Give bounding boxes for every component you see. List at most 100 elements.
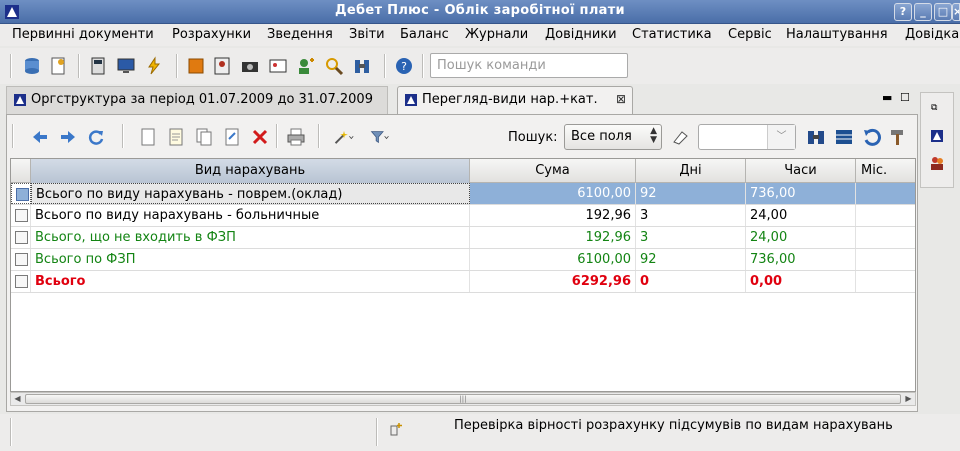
minimize-view-icon[interactable]: ▬ (882, 91, 892, 104)
cell-days[interactable]: 92 (636, 249, 746, 270)
cell-days[interactable]: 3 (636, 205, 746, 226)
cell-sum[interactable]: 192,96 (470, 205, 636, 226)
command-search-input[interactable]: Пошук команди (430, 53, 628, 78)
menu-calculations[interactable]: Розрахунки (172, 27, 251, 42)
add-user-icon[interactable] (296, 56, 316, 76)
cell-months[interactable] (856, 183, 915, 204)
menu-journals[interactable]: Журнали (465, 27, 528, 42)
copy-document-icon[interactable] (194, 127, 214, 147)
cell-accrual-type[interactable]: Всього (31, 271, 470, 292)
cell-months[interactable] (856, 205, 915, 226)
row-checkbox[interactable] (15, 253, 28, 266)
scroll-right-icon[interactable]: ▶ (902, 393, 915, 405)
help-window-button[interactable]: ? (894, 3, 912, 21)
row-selector[interactable] (11, 205, 31, 226)
cell-days[interactable]: 0 (636, 271, 746, 292)
menu-summaries[interactable]: Зведення (267, 27, 333, 42)
cell-accrual-type[interactable]: Всього по виду нарахувань - больничные (31, 205, 470, 226)
column-header-hours[interactable]: Часи (746, 159, 856, 183)
column-header-accrual-type[interactable]: Вид нарахувань (31, 159, 470, 183)
monitor-icon[interactable] (116, 56, 136, 76)
help-icon[interactable]: ? (394, 56, 414, 76)
chevron-down-icon[interactable]: ﹀ (767, 125, 795, 149)
menu-directories[interactable]: Довідники (545, 27, 617, 42)
hammer-icon[interactable] (888, 128, 908, 146)
row-checkbox[interactable] (15, 275, 28, 288)
table-view-icon[interactable] (834, 128, 854, 146)
search-scope-select[interactable]: Все поля ▲ ▼ (564, 124, 662, 150)
table-row[interactable]: Всього по виду нарахувань - больничные 1… (11, 205, 915, 227)
table-row[interactable]: Всього, що не входить в ФЗП 192,96 3 24,… (11, 227, 915, 249)
row-checkbox[interactable] (15, 209, 28, 222)
orange-box-icon[interactable] (186, 56, 206, 76)
database-icon[interactable] (22, 56, 42, 76)
users-icon[interactable] (929, 155, 945, 171)
menu-service[interactable]: Сервіс (728, 27, 772, 42)
maximize-button[interactable]: □ (934, 3, 952, 21)
arrow-left-icon[interactable] (30, 127, 50, 147)
row-selector[interactable] (11, 249, 31, 270)
cell-months[interactable] (856, 271, 915, 292)
menu-settings[interactable]: Налаштування (786, 27, 888, 42)
tab-view-accruals[interactable]: Перегляд-види нар.+кат. ⊠ (397, 86, 633, 114)
column-header-days[interactable]: Дні (636, 159, 746, 183)
menu-help[interactable]: Довідка (905, 27, 959, 42)
open-document-icon[interactable] (222, 127, 242, 147)
id-card-icon[interactable] (268, 56, 288, 76)
menu-balance[interactable]: Баланс (400, 27, 449, 42)
document-view-icon[interactable] (930, 129, 944, 143)
search-icon[interactable] (324, 56, 344, 76)
row-selector[interactable] (11, 183, 31, 204)
row-selector[interactable] (11, 271, 31, 292)
row-checkbox[interactable] (16, 188, 29, 201)
edit-document-icon[interactable] (166, 127, 186, 147)
table-row[interactable]: Всього по ФЗП 6100,00 92 736,00 (11, 249, 915, 271)
calculator-icon[interactable] (88, 56, 108, 76)
cell-hours[interactable]: 24,00 (746, 205, 856, 226)
camera-icon[interactable] (240, 56, 260, 76)
binoculars-icon[interactable] (806, 128, 826, 146)
magic-wand-icon[interactable] (334, 127, 354, 147)
menu-statistics[interactable]: Статистика (632, 27, 712, 42)
scrollbar-thumb[interactable]: ||| (25, 394, 901, 404)
cell-hours[interactable]: 736,00 (746, 183, 856, 204)
search-value-combobox[interactable]: ﹀ (698, 124, 796, 150)
filter-icon[interactable] (370, 127, 390, 147)
arrow-right-icon[interactable] (58, 127, 78, 147)
table-row[interactable]: Всього 6292,96 0 0,00 (11, 271, 915, 293)
close-button[interactable]: × (952, 3, 960, 21)
maximize-view-icon[interactable]: ☐ (900, 91, 910, 104)
undo-icon[interactable] (862, 128, 882, 146)
cell-hours[interactable]: 0,00 (746, 271, 856, 292)
menu-primary-docs[interactable]: Первинні документи (12, 27, 154, 42)
refresh-icon[interactable] (86, 127, 106, 147)
cell-accrual-type[interactable]: Всього по ФЗП (31, 249, 470, 270)
table-row[interactable]: Всього по виду нарахувань - поврем.(окла… (11, 183, 915, 205)
minimize-button[interactable]: _ (914, 3, 932, 21)
lightning-icon[interactable] (144, 56, 164, 76)
cell-sum[interactable]: 6100,00 (470, 183, 636, 204)
delete-icon[interactable] (250, 127, 270, 147)
cell-days[interactable]: 92 (636, 183, 746, 204)
cell-sum[interactable]: 192,96 (470, 227, 636, 248)
photo-card-icon[interactable] (212, 56, 232, 76)
menu-reports[interactable]: Звіти (349, 27, 385, 42)
column-header-sum[interactable]: Сума (470, 159, 636, 183)
column-header-months[interactable]: Міс. (856, 159, 915, 183)
print-icon[interactable] (286, 127, 306, 147)
scroll-left-icon[interactable]: ◀ (11, 393, 24, 405)
cell-sum[interactable]: 6292,96 (470, 271, 636, 292)
cell-sum[interactable]: 6100,00 (470, 249, 636, 270)
eraser-icon[interactable] (670, 128, 690, 146)
document-settings-icon[interactable] (48, 56, 68, 76)
cell-hours[interactable]: 736,00 (746, 249, 856, 270)
cell-hours[interactable]: 24,00 (746, 227, 856, 248)
restore-icon[interactable]: ⧉ (931, 103, 937, 113)
row-selector[interactable] (11, 227, 31, 248)
row-checkbox[interactable] (15, 231, 28, 244)
horizontal-scrollbar[interactable]: ◀ ||| ▶ (10, 392, 916, 406)
cell-accrual-type[interactable]: Всього, що не входить в ФЗП (31, 227, 470, 248)
cell-months[interactable] (856, 249, 915, 270)
tab-org-structure[interactable]: Оргструктура за період 01.07.2009 до 31.… (6, 86, 388, 114)
cell-months[interactable] (856, 227, 915, 248)
